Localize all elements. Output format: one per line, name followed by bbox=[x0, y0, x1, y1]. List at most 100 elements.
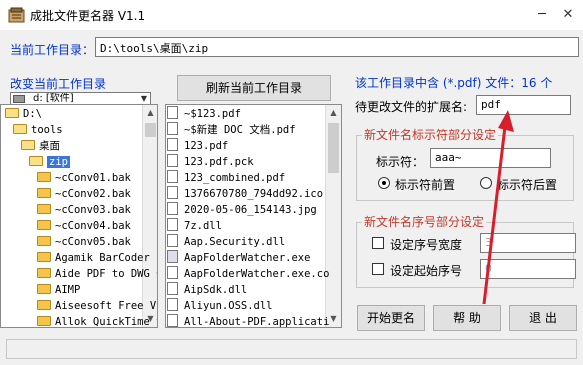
tree-item[interactable]: AIMP bbox=[37, 282, 80, 298]
file-item[interactable]: Aliyun.OSS.dll bbox=[167, 298, 273, 314]
status-bar bbox=[6, 339, 577, 359]
file-icon bbox=[167, 234, 178, 247]
file-icon bbox=[167, 282, 178, 295]
tree-item[interactable]: Allok QuickTime t bbox=[37, 314, 158, 328]
file-icon bbox=[167, 154, 178, 167]
folder-icon bbox=[37, 236, 51, 246]
file-item[interactable]: AipSdk.dll bbox=[167, 282, 247, 298]
tree-item-label: zip bbox=[47, 156, 70, 168]
file-item-label: 2020-05-06_154143.jpg bbox=[184, 204, 317, 216]
folder-icon bbox=[37, 204, 51, 214]
file-item[interactable]: 7z.dll bbox=[167, 218, 222, 234]
exe-file-icon bbox=[167, 250, 178, 263]
window-title: 成批文件更名器 V1.1 bbox=[30, 9, 146, 23]
radio-prefix-label[interactable]: 标示符前置 bbox=[395, 176, 455, 193]
close-button[interactable]: ✕ bbox=[555, 0, 581, 30]
open-folder-icon bbox=[5, 108, 19, 118]
tree-scrollbar[interactable]: ▲ ▼ bbox=[142, 105, 157, 327]
file-item[interactable]: 123.pdf.pck bbox=[167, 154, 254, 170]
drive-icon bbox=[13, 95, 25, 103]
tree-item[interactable]: Agamik BarCoder bbox=[37, 250, 150, 266]
path-input[interactable]: D:\tools\桌面\zip bbox=[95, 37, 579, 57]
file-item-label: 123.pdf.pck bbox=[184, 156, 254, 168]
tree-item[interactable]: Aiseesoft Free Vi bbox=[37, 298, 158, 314]
file-item[interactable]: AapFolderWatcher.exe.co bbox=[167, 266, 329, 282]
minimize-button[interactable]: ─ bbox=[529, 0, 555, 30]
folder-icon bbox=[37, 252, 51, 262]
tree-item-label: ~cConv03.bak bbox=[55, 204, 131, 216]
file-item-label: Aap.Security.dll bbox=[184, 236, 286, 248]
file-list-scrollbar[interactable]: ▲ ▼ bbox=[325, 105, 341, 327]
tree-item[interactable]: Aide PDF to DWG C bbox=[37, 266, 158, 282]
file-item-label: ~$新建 DOC 文档.pdf bbox=[184, 124, 296, 136]
file-item[interactable]: 123_combined.pdf bbox=[167, 170, 285, 186]
file-item[interactable]: ~$123.pdf bbox=[167, 106, 241, 122]
tree-item[interactable]: tools bbox=[13, 122, 63, 138]
seq-start-checkbox[interactable] bbox=[372, 263, 384, 275]
change-dir-label: 改变当前工作目录 bbox=[10, 77, 107, 91]
file-item-label: AipSdk.dll bbox=[184, 284, 248, 296]
seq-width-checkbox[interactable] bbox=[372, 237, 384, 249]
file-icon bbox=[167, 138, 178, 151]
file-icon bbox=[167, 218, 178, 231]
open-folder-icon bbox=[13, 124, 27, 134]
file-icon bbox=[167, 106, 178, 119]
app-icon bbox=[8, 7, 25, 23]
file-icon bbox=[167, 266, 178, 279]
file-item[interactable]: 2020-05-06_154143.jpg bbox=[167, 202, 317, 218]
file-item-label: 1376670780_794dd92.ico bbox=[184, 188, 324, 200]
scroll-up-icon[interactable]: ▲ bbox=[143, 105, 157, 121]
file-item[interactable]: ~$新建 DOC 文档.pdf bbox=[167, 122, 296, 138]
start-rename-button[interactable]: 开始更名 bbox=[357, 305, 425, 331]
file-item-label: ~$123.pdf bbox=[184, 108, 241, 120]
tree-item-label: 桌面 bbox=[39, 140, 60, 152]
exit-button[interactable]: 退 出 bbox=[509, 305, 577, 331]
folder-icon bbox=[37, 300, 51, 310]
file-list[interactable]: ▲ ▼ ~$123.pdf ~$新建 DOC 文档.pdf 123.pdf 123.p… bbox=[165, 104, 342, 328]
file-item-label: AapFolderWatcher.exe bbox=[184, 252, 311, 264]
tree-item[interactable]: zip bbox=[29, 154, 70, 170]
help-button[interactable]: 帮 助 bbox=[433, 305, 501, 331]
file-icon bbox=[167, 202, 178, 215]
folder-icon bbox=[37, 268, 51, 278]
file-item[interactable]: All-About-PDF.applicati bbox=[167, 314, 330, 328]
scroll-thumb[interactable] bbox=[145, 123, 156, 137]
tree-item[interactable]: ~cConv01.bak bbox=[37, 170, 131, 186]
file-count-label: 该工作目录中含 (*.pdf) 文件：16 个 bbox=[355, 76, 553, 90]
file-item[interactable]: 123.pdf bbox=[167, 138, 228, 154]
annotation-arrow bbox=[482, 110, 514, 305]
tree-item-label: ~cConv04.bak bbox=[55, 220, 131, 232]
tree-item[interactable]: ~cConv02.bak bbox=[37, 186, 131, 202]
file-item-label: AapFolderWatcher.exe.co bbox=[184, 268, 330, 280]
refresh-dir-button[interactable]: 刷新当前工作目录 bbox=[177, 75, 331, 101]
file-icon bbox=[167, 298, 178, 311]
file-icon bbox=[167, 186, 178, 199]
file-icon bbox=[167, 170, 178, 183]
file-item-label: All-About-PDF.applicati bbox=[184, 316, 330, 328]
tree-item[interactable]: D:\ bbox=[5, 106, 42, 122]
tree-item-label: Agamik BarCoder bbox=[55, 252, 150, 264]
tree-item[interactable]: ~cConv05.bak bbox=[37, 234, 131, 250]
seq-width-label[interactable]: 设定序号宽度 bbox=[390, 236, 462, 253]
scroll-up-icon[interactable]: ▲ bbox=[326, 105, 341, 121]
tree-item[interactable]: 桌面 bbox=[21, 138, 60, 154]
tree-item-label: Allok QuickTime t bbox=[55, 316, 158, 328]
file-item[interactable]: Aap.Security.dll bbox=[167, 234, 285, 250]
tree-item[interactable]: ~cConv04.bak bbox=[37, 218, 131, 234]
file-icon bbox=[167, 122, 178, 135]
tree-item-label: ~cConv05.bak bbox=[55, 236, 131, 248]
tree-item-label: Aiseesoft Free Vi bbox=[55, 300, 158, 312]
file-item-label: 7z.dll bbox=[184, 220, 222, 232]
folder-icon bbox=[37, 172, 51, 182]
directory-tree[interactable]: ▲ ▼ D:\ tools 桌面 zip ~cConv01.bak ~cConv02.ba… bbox=[0, 104, 158, 328]
tree-item[interactable]: ~cConv03.bak bbox=[37, 202, 131, 218]
file-item[interactable]: 1376670780_794dd92.ico bbox=[167, 186, 323, 202]
radio-prefix[interactable] bbox=[378, 177, 390, 189]
tree-item-label: ~cConv01.bak bbox=[55, 172, 131, 184]
file-item[interactable]: AapFolderWatcher.exe bbox=[167, 250, 310, 266]
tree-item-label: Aide PDF to DWG C bbox=[55, 268, 158, 280]
seq-start-label[interactable]: 设定起始序号 bbox=[390, 262, 462, 279]
folder-icon bbox=[37, 316, 51, 326]
scroll-thumb[interactable] bbox=[328, 123, 339, 173]
folder-icon bbox=[37, 284, 51, 294]
